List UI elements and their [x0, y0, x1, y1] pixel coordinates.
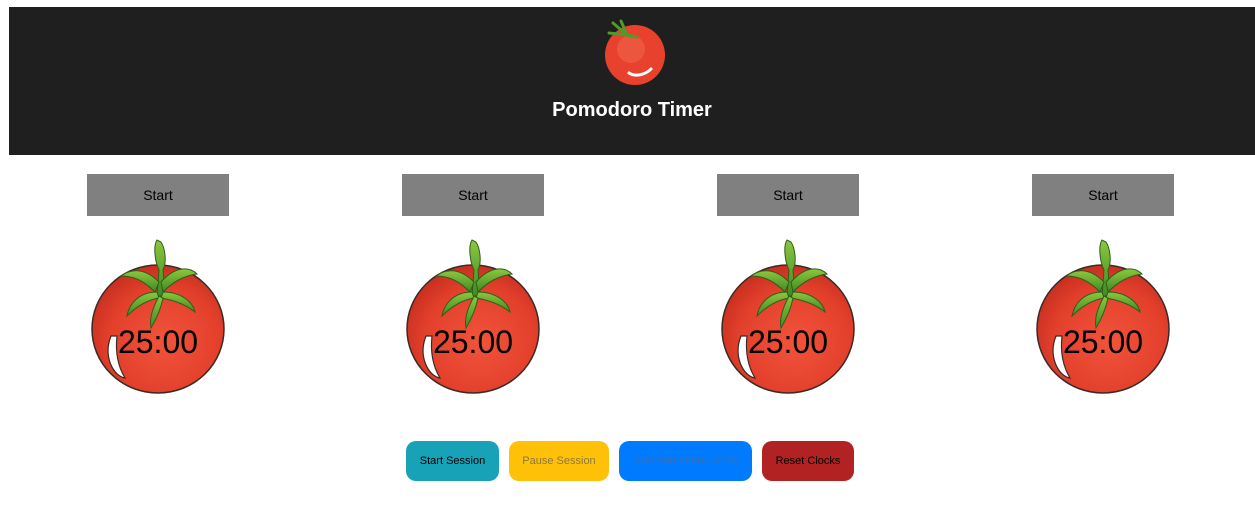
pomodoro-clock: Start 25:00 — [1018, 174, 1188, 404]
timer-display: 25:00 — [117, 324, 199, 360]
start-button[interactable]: Start — [402, 174, 544, 216]
tomato-icon — [703, 236, 873, 398]
timer-display: 25:00 — [1062, 324, 1144, 360]
pomodoro-clock: Start 25:00 — [388, 174, 558, 404]
start-session-button[interactable]: Start Session — [406, 441, 499, 481]
timer-display: 25:00 — [747, 324, 829, 360]
pomodoro-clock: Start 25:00 — [73, 174, 243, 404]
reset-clocks-button[interactable]: Reset Clocks — [762, 441, 854, 481]
start-button[interactable]: Start — [1032, 174, 1174, 216]
start-button[interactable]: Start — [717, 174, 859, 216]
tomato-icon — [1018, 236, 1188, 398]
pause-session-button[interactable]: Pause Session — [509, 441, 609, 481]
tomato-icon — [605, 19, 665, 85]
pomodoro-clock: Start 25:00 — [703, 174, 873, 404]
timer-display: 25:00 — [432, 324, 514, 360]
session-controls: Start Session Pause Session Add Pomodoro… — [406, 441, 854, 481]
app-header: Pomodoro Timer — [9, 7, 1255, 155]
add-clock-button[interactable]: Add Pomodoro Clock — [619, 441, 752, 481]
tomato-icon — [388, 236, 558, 398]
tomato-icon — [73, 236, 243, 398]
page-title: Pomodoro Timer — [552, 99, 712, 121]
start-button[interactable]: Start — [87, 174, 229, 216]
